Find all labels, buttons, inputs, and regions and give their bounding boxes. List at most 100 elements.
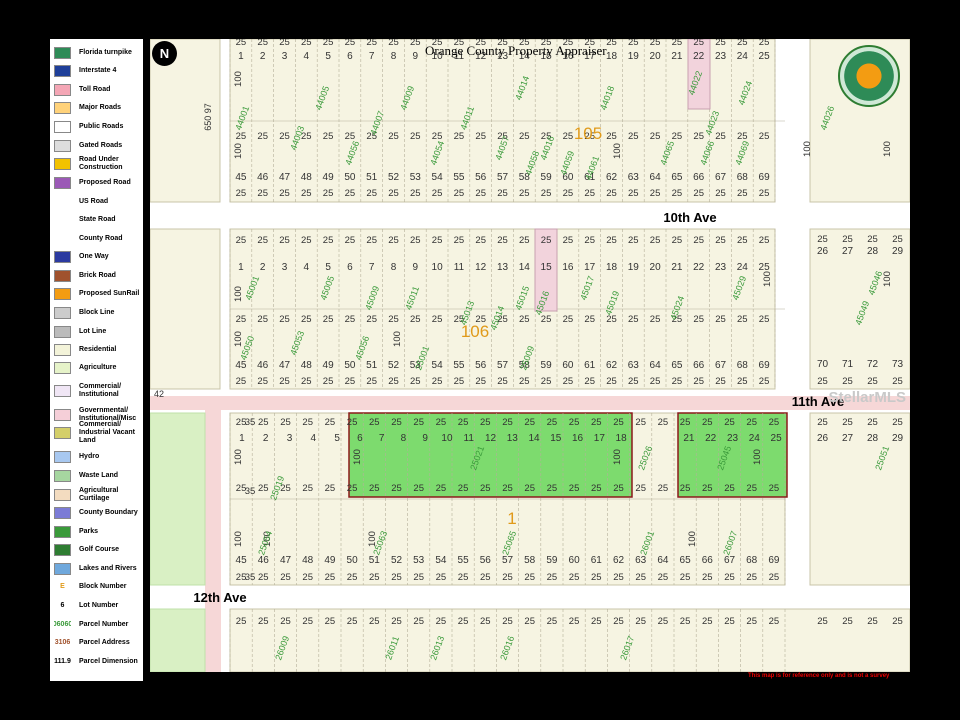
sunrail-swatch-icon bbox=[54, 287, 71, 300]
legend-item-brick-road: Brick Road bbox=[54, 267, 142, 284]
lot-number: 3 bbox=[282, 262, 288, 273]
parcel-dimension: 25 bbox=[892, 376, 903, 387]
parcel-dimension: 25 bbox=[563, 314, 574, 325]
legend-label: Commercial/ Institutional bbox=[79, 382, 122, 398]
parcel-dimension: 25 bbox=[388, 376, 399, 387]
parcel-dimension: 25 bbox=[541, 235, 552, 246]
parcel-dimension: 25 bbox=[323, 314, 334, 325]
legend-label: Commercial/ Industrial Vacant Land bbox=[79, 420, 136, 444]
parcel-dimension: 25 bbox=[867, 234, 878, 245]
parcel-dimension: 25 bbox=[724, 616, 735, 627]
lot-number: 10 bbox=[441, 433, 453, 444]
parcel-dimension: 25 bbox=[613, 572, 624, 583]
lot-number: 4 bbox=[304, 51, 310, 62]
parcel-dimension: 25 bbox=[236, 39, 247, 48]
parcel-address-icon: 3106 bbox=[54, 636, 71, 649]
lot-number: 68 bbox=[737, 172, 749, 183]
parcel-dimension: 25 bbox=[715, 188, 726, 199]
lot-number: 70 bbox=[817, 359, 829, 370]
lot-number: 62 bbox=[606, 360, 618, 371]
parcel-dimension: 25 bbox=[366, 314, 377, 325]
parcel-dimension: 25 bbox=[502, 616, 513, 627]
parcel-dimension: 25 bbox=[480, 417, 491, 428]
parcel-dimension: 25 bbox=[606, 131, 617, 142]
parcel-dimension: 25 bbox=[606, 235, 617, 246]
agriculture-parcel-southwest bbox=[150, 608, 206, 672]
lot-number: 50 bbox=[344, 172, 356, 183]
parcel-dimension: 25 bbox=[519, 188, 530, 199]
parcel-dimension: 25 bbox=[325, 616, 336, 627]
parcel-dimension: 25 bbox=[842, 616, 853, 627]
parcel-dimension: 25 bbox=[658, 483, 669, 494]
parcel-dimension: 25 bbox=[258, 616, 269, 627]
parcel-dimension: 25 bbox=[702, 417, 713, 428]
lot-number: 28 bbox=[867, 433, 879, 444]
parcel-dimension: 25 bbox=[454, 235, 465, 246]
legend-item-turnpike-shield: Florida turnpike bbox=[54, 44, 142, 61]
parcel-dimension: 25 bbox=[867, 376, 878, 387]
lot-number: 54 bbox=[435, 555, 447, 566]
county-boundary-swatch-icon bbox=[54, 506, 71, 519]
lot-number: 10 bbox=[432, 262, 444, 273]
parcel-dimension: 100 bbox=[233, 286, 244, 302]
lot-number: 54 bbox=[432, 172, 444, 183]
parcel-dimension: 25 bbox=[606, 39, 617, 48]
parcel-dimension: 25 bbox=[693, 314, 704, 325]
parcel-dimension: 25 bbox=[658, 616, 669, 627]
lot-number: 2 bbox=[260, 51, 266, 62]
parcel-dimension: 25 bbox=[635, 483, 646, 494]
legend-label: Public Roads bbox=[79, 122, 124, 130]
parcel-dimension: 25 bbox=[672, 188, 683, 199]
parcel-dimension: 25 bbox=[842, 234, 853, 245]
lot-number: 19 bbox=[628, 262, 640, 273]
parcel-dimension: 25 bbox=[628, 39, 639, 48]
lot-number: 5 bbox=[334, 433, 340, 444]
parcel-dimension: 25 bbox=[388, 235, 399, 246]
parcel-dimension: 25 bbox=[347, 483, 358, 494]
parcel-dimension: 25 bbox=[672, 376, 683, 387]
lot-number: 16 bbox=[562, 262, 574, 273]
parcel-dimension: 100 bbox=[882, 141, 893, 157]
legend-item-construction: Road Under Construction bbox=[54, 155, 142, 172]
lot-number: 1 bbox=[239, 433, 245, 444]
parcel-dimension: 100 bbox=[233, 71, 244, 87]
one-way-arrow-icon bbox=[54, 250, 71, 263]
parcel-dimension: 25 bbox=[628, 188, 639, 199]
legend-item-one-way-arrow: One Way bbox=[54, 248, 142, 265]
parcel-map[interactable]: 1 2 3 4 5 6 7 8 9 10 11 12 13 14 15 16 17 18 19 20 21 22 23 24 2… bbox=[150, 39, 910, 672]
gated-road-swatch-icon bbox=[54, 139, 71, 152]
parcel-dimension: 100 bbox=[352, 449, 363, 465]
parcel-dimension: 25 bbox=[842, 417, 853, 428]
parcel-dimension: 25 bbox=[480, 572, 491, 583]
parcel-dimension: 25 bbox=[279, 131, 290, 142]
toll-road-icon bbox=[54, 83, 71, 96]
parcel-dimension: 25 bbox=[680, 417, 691, 428]
map-disclaimer: This map is for reference only and is no… bbox=[748, 673, 890, 679]
parcel-dimension: 25 bbox=[769, 616, 780, 627]
block-number-icon: E bbox=[54, 580, 71, 593]
lot-number: 52 bbox=[388, 360, 400, 371]
parcel-dimension: 25 bbox=[391, 417, 402, 428]
legend-label: Toll Road bbox=[79, 85, 111, 93]
parcel-dimension: 25 bbox=[524, 483, 535, 494]
parcel-dimension: 25 bbox=[693, 39, 704, 48]
lakes-icon bbox=[54, 562, 71, 575]
lot-number: 55 bbox=[458, 555, 470, 566]
lot-number: 18 bbox=[616, 433, 628, 444]
lot-number: 54 bbox=[432, 360, 444, 371]
parcel-dimension: 100 bbox=[233, 143, 244, 159]
map-canvas[interactable]: 1 2 3 4 5 6 7 8 9 10 11 12 13 14 15 16 17 18 19 20 21 22 23 24 2… bbox=[150, 39, 910, 672]
lot-number: 29 bbox=[892, 433, 904, 444]
parcel-dimension: 25 bbox=[369, 417, 380, 428]
parcel-dimension: 25 bbox=[388, 188, 399, 199]
street-label-10th-ave: 10th Ave bbox=[663, 210, 716, 225]
legend-label: Agricultural Curtilage bbox=[79, 486, 119, 502]
parcel-dimension: 25 bbox=[541, 188, 552, 199]
lot-number: 62 bbox=[606, 172, 618, 183]
lot-number: 55 bbox=[453, 172, 465, 183]
lot-number: 23 bbox=[715, 262, 727, 273]
lot-number: 49 bbox=[323, 172, 335, 183]
lot-number: 18 bbox=[606, 51, 618, 62]
parcel-dimension: 25 bbox=[519, 314, 530, 325]
parcel-dimension: 25 bbox=[759, 376, 770, 387]
